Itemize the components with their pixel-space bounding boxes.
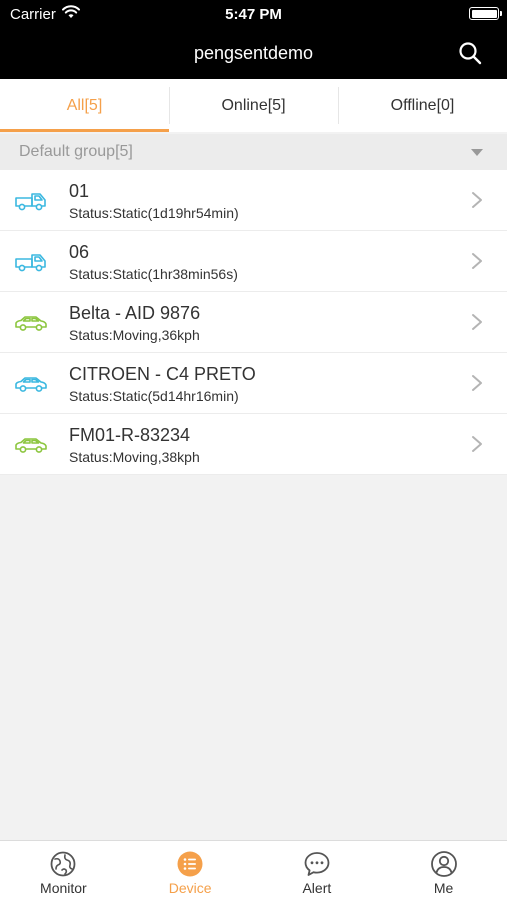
group-label: Default group[5]	[19, 143, 133, 160]
car-icon	[15, 377, 47, 392]
car-icon	[15, 438, 47, 453]
truck-icon	[15, 254, 46, 272]
tab-device[interactable]: Device	[127, 841, 254, 900]
chevron-right-icon	[472, 314, 482, 330]
tab-me-label: Me	[433, 880, 454, 896]
nav-bar: pengsentdemo	[0, 28, 507, 79]
chevron-right-icon	[472, 253, 482, 269]
device-name: FM01-R-83234	[69, 425, 191, 445]
device-name: Belta - AID 9876	[69, 303, 201, 323]
device-list: 01 Status:Static(1d19hr54min) 06 Status:…	[0, 170, 507, 475]
tab-alert[interactable]: Alert	[254, 841, 381, 900]
tab-device-label: Device	[168, 880, 212, 896]
car-icon	[15, 316, 47, 331]
device-status: Status:Moving,36kph	[69, 327, 200, 343]
filter-tabs: All[5] Online[5] Offline[0]	[0, 79, 507, 132]
device-row[interactable]: 06 Status:Static(1hr38min56s)	[0, 231, 507, 292]
page-title: pengsentdemo	[193, 43, 314, 63]
device-status: Status:Static(5d14hr16min)	[69, 388, 239, 404]
chevron-right-icon	[472, 192, 482, 208]
tab-me[interactable]: Me	[380, 841, 507, 900]
tab-online[interactable]: Online[5]	[169, 79, 338, 132]
list-icon	[177, 851, 203, 877]
user-icon	[430, 851, 457, 877]
device-row[interactable]: 01 Status:Static(1d19hr54min)	[0, 170, 507, 231]
chevron-right-icon	[472, 436, 482, 452]
search-icon[interactable]	[457, 40, 483, 66]
device-status: Status:Moving,38kph	[69, 449, 200, 465]
chat-bubble-icon	[304, 852, 330, 876]
tab-offline[interactable]: Offline[0]	[338, 79, 507, 132]
caret-down-icon	[471, 149, 483, 156]
device-name: CITROEN - C4 PRETO	[69, 364, 256, 384]
group-header[interactable]: Default group[5]	[0, 134, 507, 170]
chevron-right-icon	[472, 375, 482, 391]
battery-icon	[469, 7, 502, 20]
device-status: Status:Static(1hr38min56s)	[69, 266, 238, 282]
status-bar: Carrier 5:47 PM	[0, 0, 507, 28]
device-name: 01	[69, 181, 90, 201]
tab-monitor[interactable]: Monitor	[0, 841, 127, 900]
clock: 5:47 PM	[225, 6, 282, 23]
device-row[interactable]: FM01-R-83234 Status:Moving,38kph	[0, 414, 507, 475]
globe-icon	[50, 851, 76, 877]
device-row[interactable]: Belta - AID 9876 Status:Moving,36kph	[0, 292, 507, 353]
device-row[interactable]: CITROEN - C4 PRETO Status:Static(5d14hr1…	[0, 353, 507, 414]
tab-all[interactable]: All[5]	[0, 79, 169, 132]
tab-alert-label: Alert	[302, 880, 332, 896]
truck-icon	[15, 193, 46, 211]
device-status: Status:Static(1d19hr54min)	[69, 205, 239, 221]
device-name: 06	[69, 242, 90, 262]
tab-monitor-label: Monitor	[40, 880, 87, 896]
bottom-tab-bar: Monitor Device Alert Me	[0, 840, 507, 900]
